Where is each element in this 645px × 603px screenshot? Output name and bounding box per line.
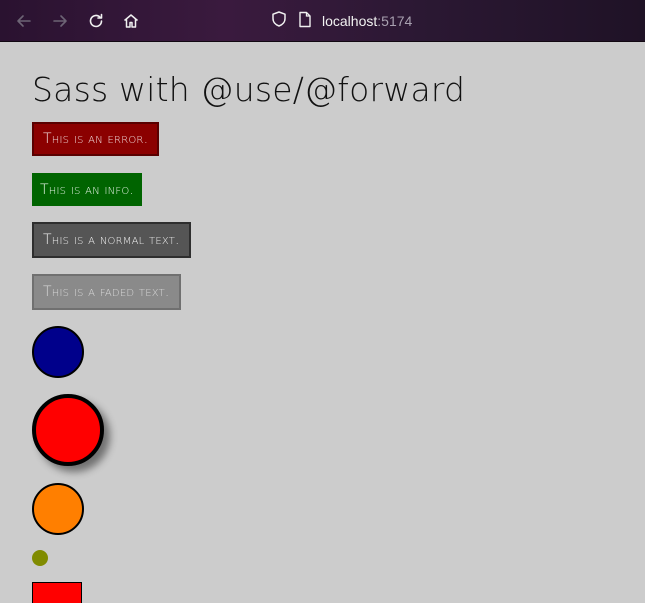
red-circle-shadow: [32, 394, 104, 466]
url-port: :5174: [377, 13, 413, 29]
normal-message: This is a normal text.: [32, 222, 191, 258]
blue-circle: [32, 326, 84, 378]
red-square: [32, 582, 82, 603]
page-icon: [298, 11, 312, 32]
shield-icon[interactable]: [270, 10, 288, 32]
info-message: This is an info.: [32, 173, 143, 206]
url-text[interactable]: localhost:5174: [322, 13, 412, 29]
back-arrow-icon[interactable]: [13, 10, 35, 32]
olive-dot: [32, 550, 48, 566]
orange-circle: [32, 483, 84, 535]
browser-toolbar: localhost:5174: [0, 0, 645, 42]
faded-message: This is a faded text.: [32, 274, 181, 310]
forward-arrow-icon[interactable]: [49, 10, 71, 32]
page-content: Sass with @use/@forward This is an error…: [0, 42, 645, 603]
home-icon[interactable]: [120, 10, 142, 32]
url-bar[interactable]: localhost:5174: [270, 8, 470, 34]
url-host: localhost: [322, 13, 378, 29]
reload-icon[interactable]: [85, 10, 107, 32]
error-message: This is an error.: [32, 122, 160, 156]
page-title: Sass with @use/@forward: [32, 70, 466, 109]
